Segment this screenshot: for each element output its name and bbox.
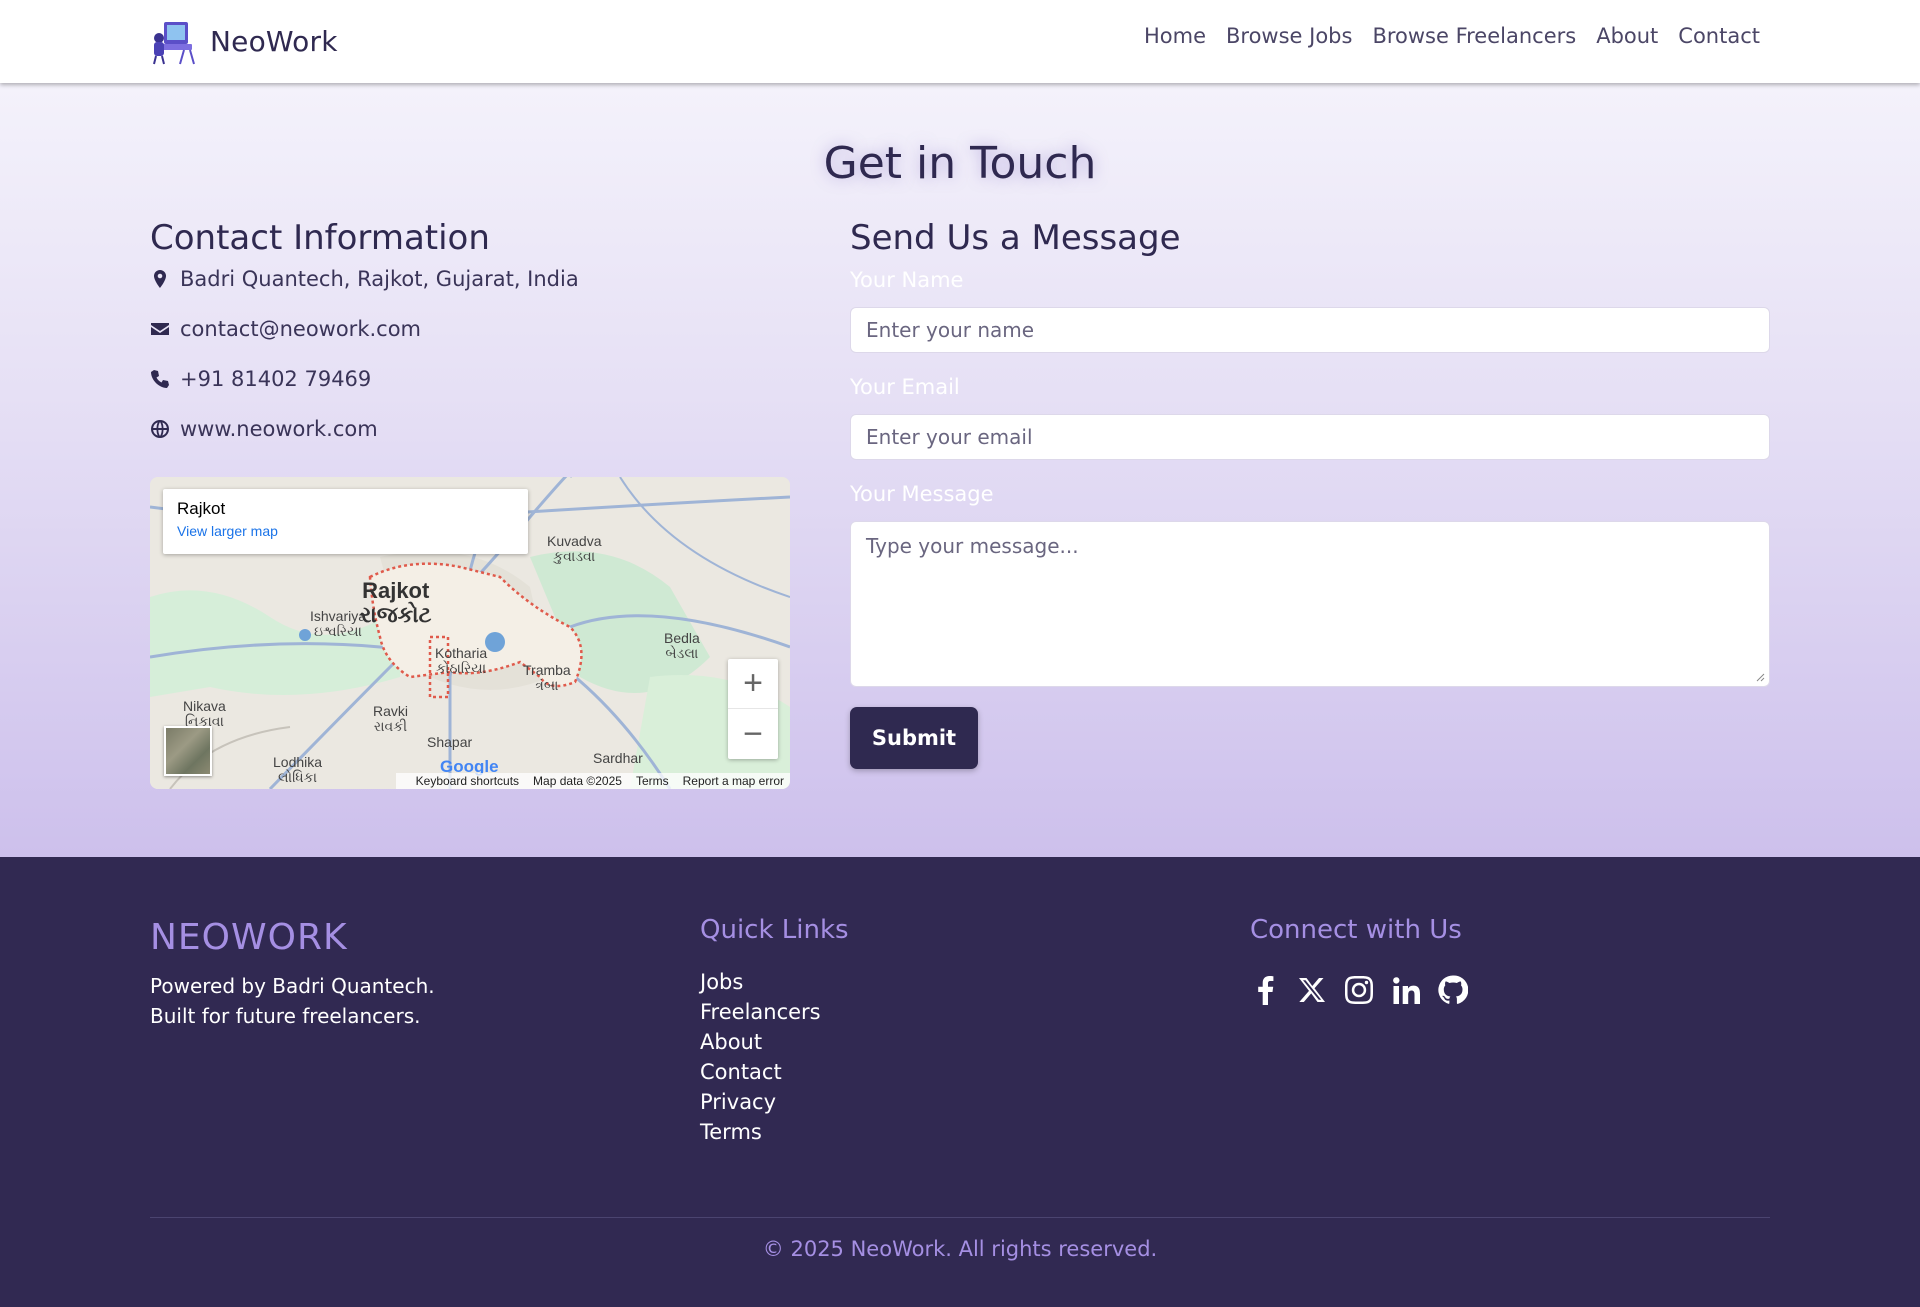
message-label: Your Message bbox=[850, 482, 994, 506]
zoom-out-button[interactable]: − bbox=[728, 709, 778, 759]
navbar: NeoWork Home Browse Jobs Browse Freelanc… bbox=[0, 0, 1920, 83]
nav-browse-jobs[interactable]: Browse Jobs bbox=[1226, 24, 1352, 48]
resize-handle-icon[interactable] bbox=[1756, 673, 1765, 682]
message-placeholder: Type your message... bbox=[866, 534, 1079, 558]
footer-divider bbox=[150, 1217, 1770, 1218]
social-links bbox=[1250, 974, 1485, 1006]
email-input[interactable]: Enter your email bbox=[850, 414, 1770, 460]
nav-about[interactable]: About bbox=[1596, 24, 1658, 48]
map-label-shapar: Shapar bbox=[427, 734, 473, 750]
submit-button[interactable]: Submit bbox=[850, 707, 978, 769]
github-icon[interactable] bbox=[1438, 974, 1468, 1006]
map-label-tramba: Tramba bbox=[523, 662, 571, 678]
contact-info-heading: Contact Information bbox=[150, 218, 490, 258]
contact-address: Badri Quantech, Rajkot, Gujarat, India bbox=[150, 267, 579, 291]
zoom-in-button[interactable]: + bbox=[728, 659, 778, 709]
footer: NEOWORK Powered by Badri Quantech. Built… bbox=[0, 857, 1920, 1307]
map-terms-link[interactable]: Terms bbox=[636, 774, 669, 788]
footer-link-about[interactable]: About bbox=[700, 1027, 821, 1057]
name-label: Your Name bbox=[850, 268, 964, 292]
connect-heading: Connect with Us bbox=[1250, 915, 1462, 945]
map-embed[interactable]: Ishvariya ઇશ્વરિયા Rajkot રાજકોટ Kuvadva… bbox=[150, 477, 790, 789]
map-data-text: Map data ©2025 bbox=[533, 774, 622, 788]
footer-link-privacy[interactable]: Privacy bbox=[700, 1087, 821, 1117]
contact-section: Get in Touch Contact Information Badri Q… bbox=[0, 83, 1920, 857]
quick-links-heading: Quick Links bbox=[700, 915, 849, 945]
name-input[interactable]: Enter your name bbox=[850, 307, 1770, 353]
message-textarea[interactable]: Type your message... bbox=[850, 521, 1770, 687]
view-larger-map-link[interactable]: View larger map bbox=[177, 523, 514, 539]
map-label-kotharia-gu: કોઠારિયા bbox=[435, 660, 487, 676]
map-zoom-control: + − bbox=[728, 659, 778, 759]
quick-links: Jobs Freelancers About Contact Privacy T… bbox=[700, 967, 821, 1147]
page-title: Get in Touch bbox=[823, 138, 1097, 189]
footer-link-terms[interactable]: Terms bbox=[700, 1117, 821, 1147]
facebook-icon[interactable] bbox=[1250, 974, 1280, 1006]
map-place-name: Rajkot bbox=[177, 499, 226, 518]
map-label-bedla-gu: બેડલા bbox=[665, 645, 699, 661]
neowork-logo-icon bbox=[153, 22, 195, 65]
contact-website: www.neowork.com bbox=[150, 417, 378, 441]
nav-links: Home Browse Jobs Browse Freelancers Abou… bbox=[1124, 24, 1760, 48]
contact-email-text[interactable]: contact@neowork.com bbox=[180, 317, 421, 341]
nav-browse-freelancers[interactable]: Browse Freelancers bbox=[1372, 24, 1576, 48]
map-label-bedla: Bedla bbox=[664, 630, 700, 646]
map-label-ishvariya-gu: ઇશ્વરિયા bbox=[314, 623, 362, 639]
keyboard-shortcuts-link[interactable]: Keyboard shortcuts bbox=[416, 774, 519, 788]
map-place-card: Rajkot View larger map bbox=[163, 489, 528, 554]
map-label-sardhar: Sardhar bbox=[593, 750, 643, 766]
contact-email: contact@neowork.com bbox=[150, 317, 421, 341]
footer-tagline-1: Powered by Badri Quantech. bbox=[150, 974, 435, 998]
map-label-tramba-gu: ત્રંબા bbox=[535, 677, 559, 693]
globe-icon bbox=[151, 420, 169, 438]
map-label-kuvadva-gu: કુવાડવા bbox=[553, 548, 596, 564]
footer-link-contact[interactable]: Contact bbox=[700, 1057, 821, 1087]
map-attribution: Keyboard shortcuts Map data ©2025 Terms … bbox=[395, 773, 790, 789]
contact-website-text[interactable]: www.neowork.com bbox=[180, 417, 378, 441]
footer-tagline-2: Built for future freelancers. bbox=[150, 1004, 421, 1028]
report-map-error-link[interactable]: Report a map error bbox=[683, 774, 784, 788]
map-label-kotharia: Kotharia bbox=[435, 645, 488, 661]
nav-home[interactable]: Home bbox=[1144, 24, 1206, 48]
footer-tagline: Powered by Badri Quantech. Built for fut… bbox=[150, 971, 435, 1031]
contact-phone: +91 81402 79469 bbox=[150, 367, 371, 391]
contact-address-text: Badri Quantech, Rajkot, Gujarat, India bbox=[180, 267, 579, 291]
satellite-toggle-button[interactable] bbox=[164, 726, 212, 776]
map-label-rajkot-gu: રાજકોટ bbox=[360, 602, 432, 627]
x-twitter-icon[interactable] bbox=[1297, 974, 1327, 1006]
map-label-ravki: Ravki bbox=[373, 703, 409, 719]
map-label-kuvadva: Kuvadva bbox=[547, 533, 602, 549]
phone-icon bbox=[151, 370, 169, 388]
map-label-nikava: Nikava bbox=[183, 698, 226, 714]
map-label-ishvariya: Ishvariya bbox=[310, 608, 367, 624]
nav-contact[interactable]: Contact bbox=[1678, 24, 1760, 48]
map-label-rajkot: Rajkot bbox=[362, 578, 430, 603]
form-heading: Send Us a Message bbox=[850, 218, 1181, 258]
copyright: © 2025 NeoWork. All rights reserved. bbox=[762, 1237, 1158, 1261]
email-label: Your Email bbox=[850, 375, 960, 399]
linkedin-icon[interactable] bbox=[1391, 974, 1421, 1006]
map-label-lodhika: Lodhika bbox=[273, 754, 323, 770]
location-pin-icon bbox=[154, 270, 166, 288]
footer-link-jobs[interactable]: Jobs bbox=[700, 967, 821, 997]
instagram-icon[interactable] bbox=[1344, 974, 1374, 1006]
map-label-ravki-gu: રાવકી bbox=[373, 718, 408, 734]
map-label-lodhika-gu: લોધિકા bbox=[278, 769, 317, 785]
contact-phone-text[interactable]: +91 81402 79469 bbox=[180, 367, 371, 391]
brand-name: NeoWork bbox=[210, 24, 338, 58]
envelope-icon bbox=[151, 323, 169, 335]
brand[interactable]: NeoWork bbox=[150, 14, 338, 68]
footer-brand: NEOWORK bbox=[150, 917, 348, 958]
footer-link-freelancers[interactable]: Freelancers bbox=[700, 997, 821, 1027]
